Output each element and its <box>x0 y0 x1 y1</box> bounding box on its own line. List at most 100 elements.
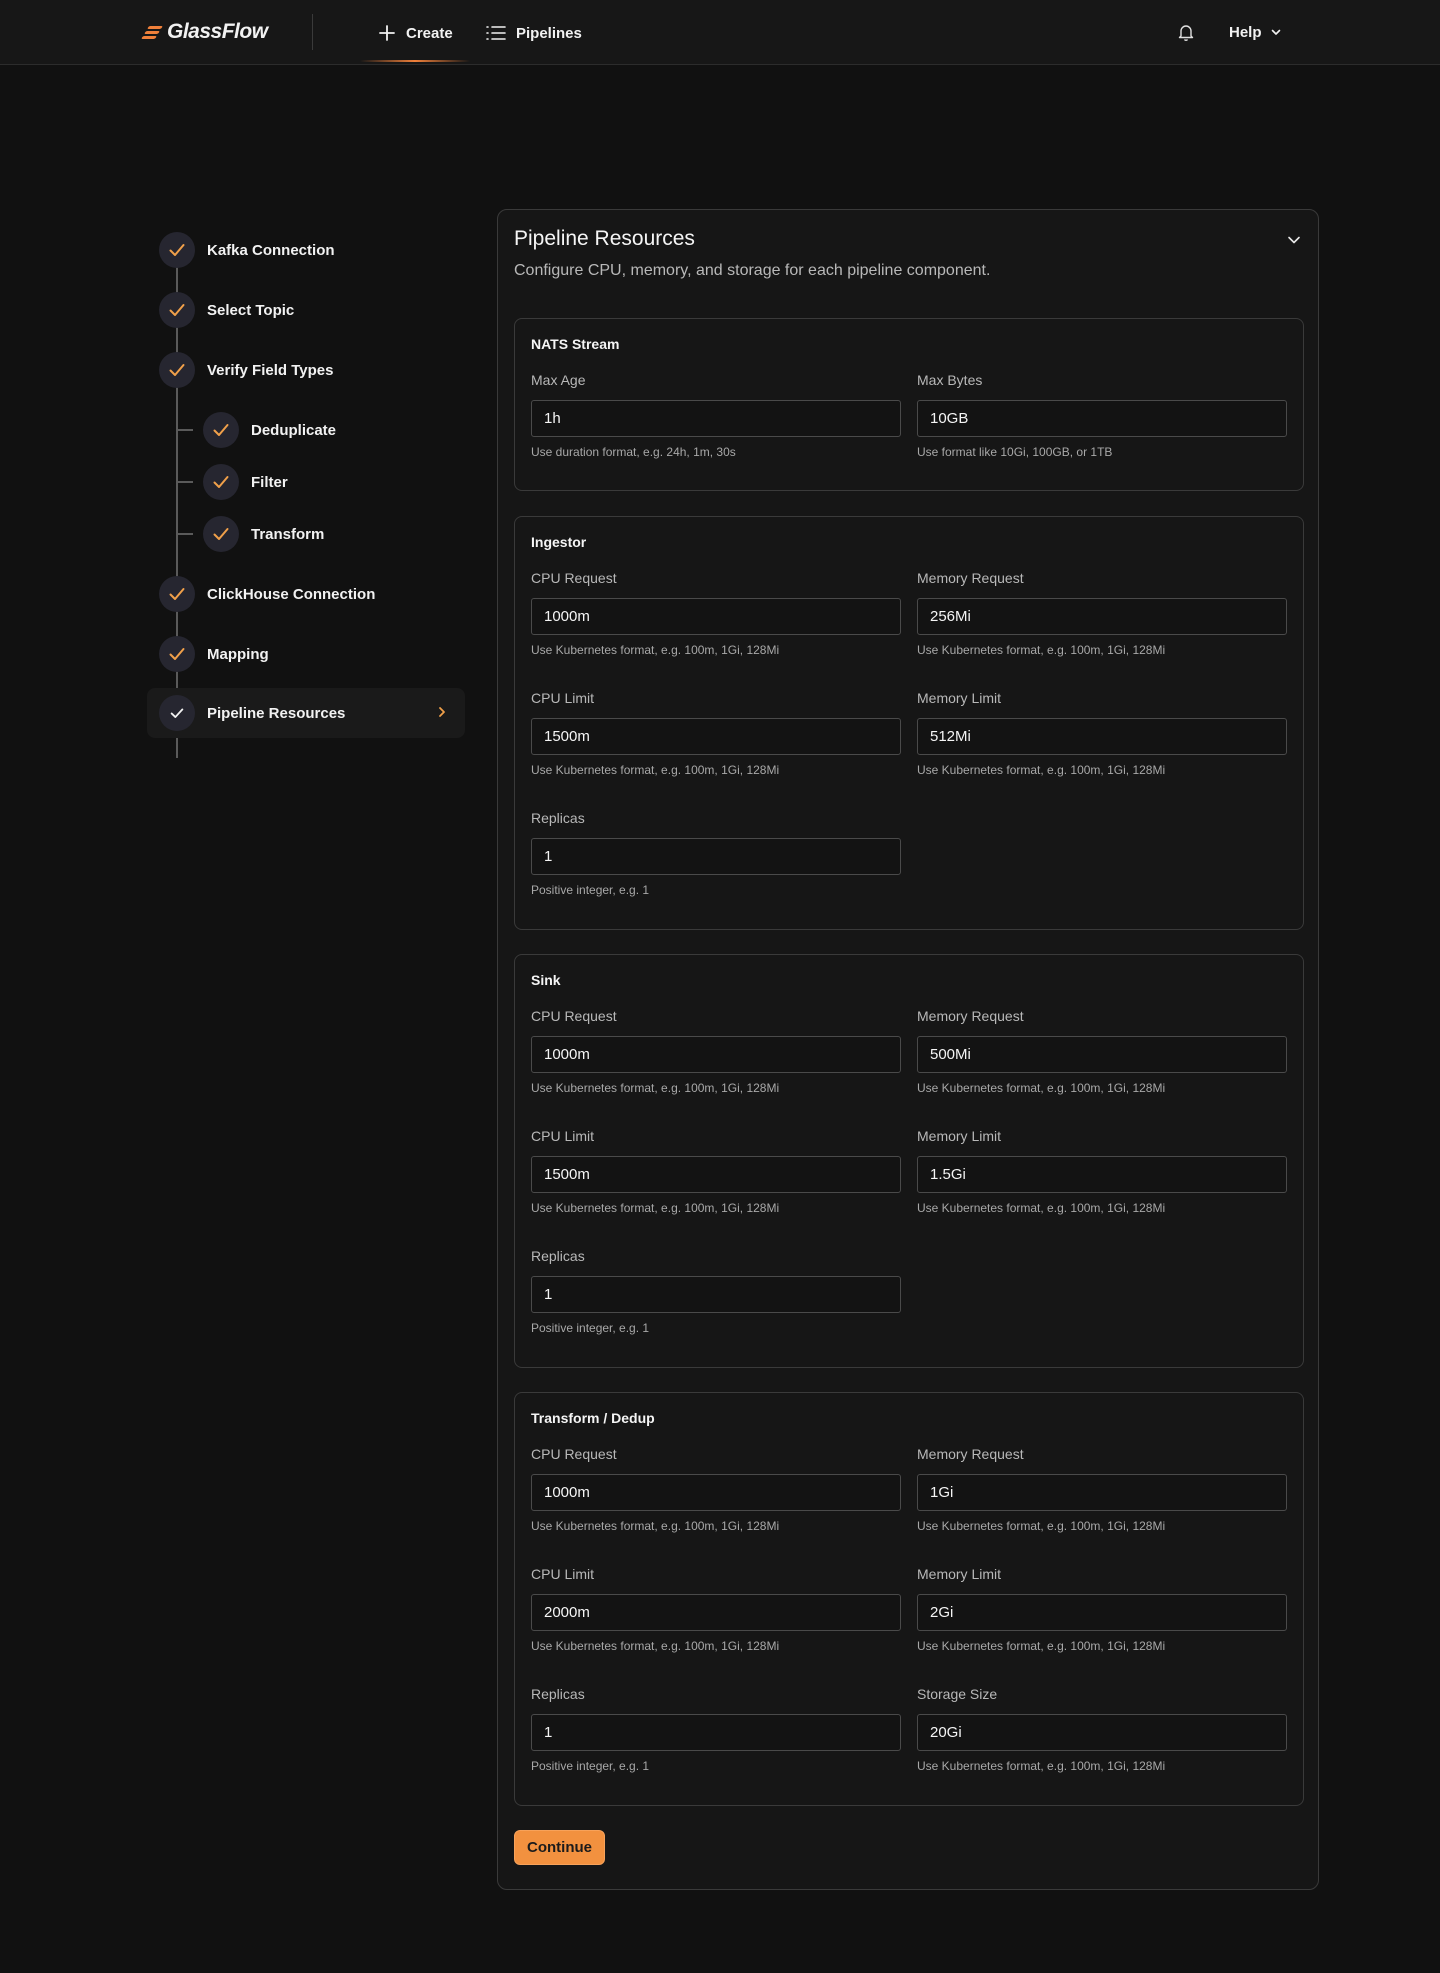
step-kafka-connection[interactable]: Kafka Connection <box>159 228 335 272</box>
field-label: Memory Limit <box>917 690 1002 706</box>
card-title: Pipeline Resources <box>514 227 695 250</box>
ingestor-cpu-request-input[interactable] <box>531 598 901 635</box>
field-cpu-request: CPU Request Use Kubernetes format, e.g. … <box>531 1446 901 1533</box>
field-help: Use Kubernetes format, e.g. 100m, 1Gi, 1… <box>531 1639 780 1653</box>
help-label: Help <box>1229 23 1262 41</box>
step-verify-field-types[interactable]: Verify Field Types <box>159 348 333 392</box>
step-label: Pipeline Resources <box>207 704 346 722</box>
section-title: Transform / Dedup <box>531 1410 655 1426</box>
field-label: CPU Request <box>531 570 617 586</box>
section-title: Ingestor <box>531 534 587 550</box>
ingestor-memory-request-input[interactable] <box>917 598 1287 635</box>
field-help: Use Kubernetes format, e.g. 100m, 1Gi, 1… <box>531 1519 780 1533</box>
section-ingestor: Ingestor CPU Request Use Kubernetes form… <box>514 516 1304 930</box>
check-icon <box>159 576 195 612</box>
step-label: Select Topic <box>207 301 295 319</box>
field-replicas: Replicas Positive integer, e.g. 1 <box>531 810 901 897</box>
field-label: CPU Request <box>531 1008 617 1024</box>
step-label: Verify Field Types <box>207 361 334 379</box>
field-help: Use Kubernetes format, e.g. 100m, 1Gi, 1… <box>531 1201 780 1215</box>
steps-connector-line <box>176 264 178 758</box>
field-label: CPU Limit <box>531 1566 595 1582</box>
field-label: Memory Request <box>917 1446 1024 1462</box>
ingestor-cpu-limit-input[interactable] <box>531 718 901 755</box>
step-label: Mapping <box>207 645 269 663</box>
field-help: Use Kubernetes format, e.g. 100m, 1Gi, 1… <box>917 1759 1166 1773</box>
sub-connector <box>177 481 193 483</box>
field-label: Memory Limit <box>917 1128 1002 1144</box>
chevron-right-icon <box>439 707 445 717</box>
field-cpu-limit: CPU Limit Use Kubernetes format, e.g. 10… <box>531 1566 901 1653</box>
field-label: Replicas <box>531 1248 585 1264</box>
field-cpu-limit: CPU Limit Use Kubernetes format, e.g. 10… <box>531 1128 901 1215</box>
glassflow-logo[interactable]: GlassFlow <box>141 19 268 45</box>
max-age-input[interactable] <box>531 400 901 437</box>
transform-cpu-limit-input[interactable] <box>531 1594 901 1631</box>
chevron-down-icon[interactable] <box>1286 232 1302 248</box>
sink-cpu-limit-input[interactable] <box>531 1156 901 1193</box>
step-transform[interactable]: Transform <box>203 512 324 556</box>
step-label: Kafka Connection <box>207 241 335 259</box>
transform-storage-size-input[interactable] <box>917 1714 1287 1751</box>
nav-create-label: Create <box>406 24 453 42</box>
check-icon <box>203 516 239 552</box>
field-label: Storage Size <box>917 1686 998 1702</box>
nav-active-indicator <box>360 60 470 62</box>
sub-connector <box>177 533 193 535</box>
sub-connector <box>177 429 193 431</box>
field-label: Memory Request <box>917 1008 1024 1024</box>
sink-cpu-request-input[interactable] <box>531 1036 901 1073</box>
sink-memory-request-input[interactable] <box>917 1036 1287 1073</box>
field-label: Max Age <box>531 372 586 388</box>
step-select-topic[interactable]: Select Topic <box>159 288 294 332</box>
nav-pipelines-button[interactable]: Pipelines <box>486 20 582 46</box>
nav-create-button[interactable]: Create <box>378 20 453 46</box>
card-subtitle: Configure CPU, memory, and storage for e… <box>514 262 991 279</box>
field-memory-request: Memory Request Use Kubernetes format, e.… <box>917 1008 1287 1095</box>
field-memory-limit: Memory Limit Use Kubernetes format, e.g.… <box>917 1566 1287 1653</box>
chevron-down-icon <box>1271 29 1280 35</box>
check-icon <box>203 464 239 500</box>
step-clickhouse-connection[interactable]: ClickHouse Connection <box>159 572 375 616</box>
top-navbar: GlassFlow Create Pipelines Help <box>0 0 1440 65</box>
transform-memory-request-input[interactable] <box>917 1474 1287 1511</box>
field-help: Positive integer, e.g. 1 <box>531 1759 650 1773</box>
nav-pipelines-label: Pipelines <box>516 24 582 42</box>
bell-icon[interactable] <box>1176 22 1196 42</box>
field-cpu-request: CPU Request Use Kubernetes format, e.g. … <box>531 1008 901 1095</box>
max-bytes-input[interactable] <box>917 400 1287 437</box>
field-label: CPU Limit <box>531 1128 595 1144</box>
ingestor-replicas-input[interactable] <box>531 838 901 875</box>
sink-memory-limit-input[interactable] <box>917 1156 1287 1193</box>
field-max-bytes: Max Bytes Use format like 10Gi, 100GB, o… <box>917 372 1287 459</box>
check-icon <box>159 232 195 268</box>
sink-replicas-input[interactable] <box>531 1276 901 1313</box>
field-help: Positive integer, e.g. 1 <box>531 1321 650 1335</box>
field-label: Replicas <box>531 1686 585 1702</box>
check-icon <box>159 695 195 731</box>
transform-cpu-request-input[interactable] <box>531 1474 901 1511</box>
help-menu-button[interactable]: Help <box>1229 20 1282 44</box>
check-icon <box>159 636 195 672</box>
field-help: Use Kubernetes format, e.g. 100m, 1Gi, 1… <box>531 763 780 777</box>
section-transform-dedup: Transform / Dedup CPU Request Use Kubern… <box>514 1392 1304 1806</box>
ingestor-memory-limit-input[interactable] <box>917 718 1287 755</box>
glassflow-logo-icon <box>141 25 164 39</box>
transform-replicas-input[interactable] <box>531 1714 901 1751</box>
field-help: Positive integer, e.g. 1 <box>531 883 650 897</box>
field-label: Max Bytes <box>917 372 983 388</box>
continue-button[interactable]: Continue <box>514 1830 605 1865</box>
field-memory-limit: Memory Limit Use Kubernetes format, e.g.… <box>917 1128 1287 1215</box>
step-filter[interactable]: Filter <box>203 460 288 504</box>
field-help: Use Kubernetes format, e.g. 100m, 1Gi, 1… <box>917 1639 1166 1653</box>
field-storage-size: Storage Size Use Kubernetes format, e.g.… <box>917 1686 1287 1773</box>
step-deduplicate[interactable]: Deduplicate <box>203 408 336 452</box>
check-icon <box>203 412 239 448</box>
transform-memory-limit-input[interactable] <box>917 1594 1287 1631</box>
field-memory-request: Memory Request Use Kubernetes format, e.… <box>917 570 1287 657</box>
field-help: Use Kubernetes format, e.g. 100m, 1Gi, 1… <box>917 1201 1166 1215</box>
field-help: Use Kubernetes format, e.g. 100m, 1Gi, 1… <box>917 1519 1166 1533</box>
step-label: Transform <box>251 525 325 543</box>
step-mapping[interactable]: Mapping <box>159 632 269 676</box>
step-pipeline-resources[interactable]: Pipeline Resources <box>147 688 465 738</box>
